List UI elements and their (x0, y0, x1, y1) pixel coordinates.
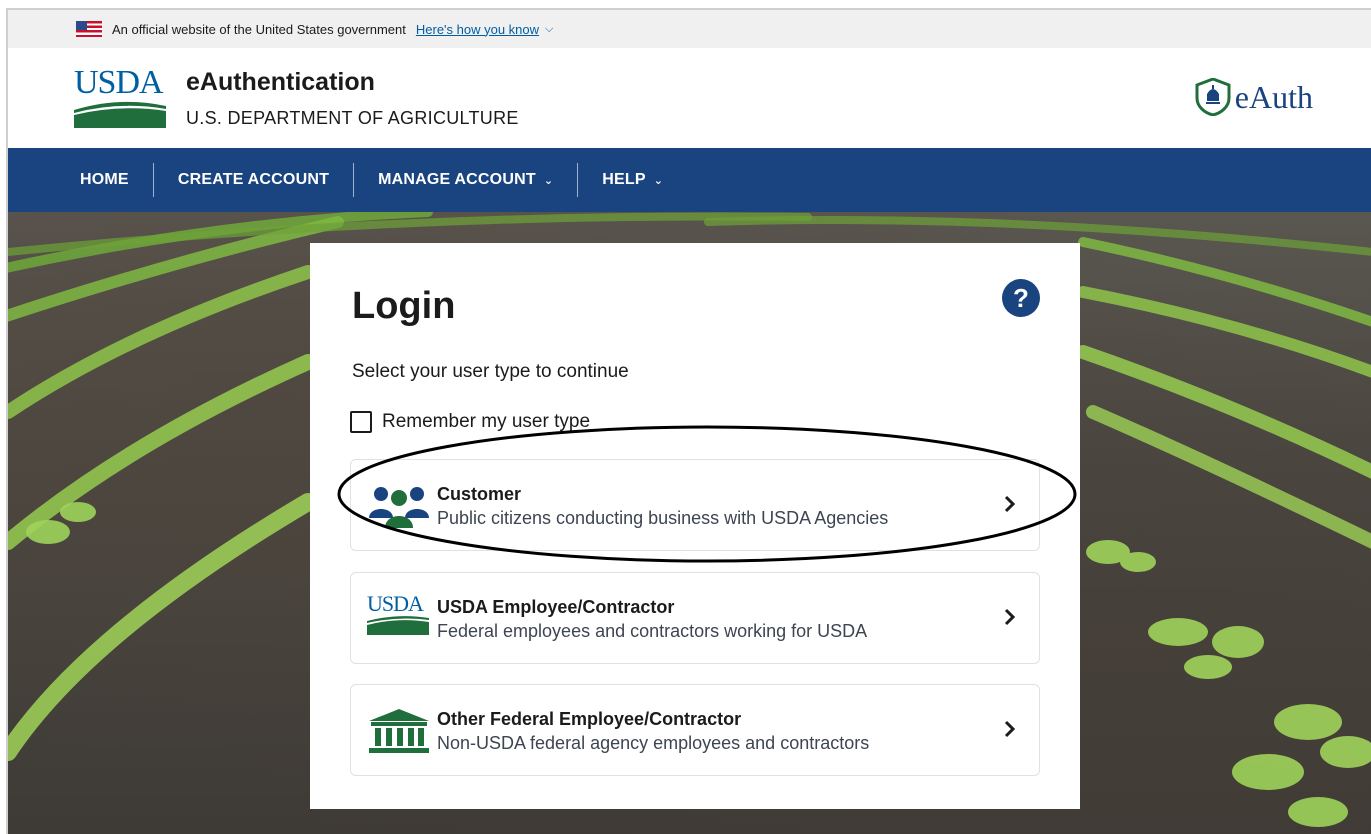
usda-logo-icon: USDA (367, 593, 429, 643)
option-description: Federal employees and contractors workin… (437, 621, 868, 641)
nav-item-label: HOME (80, 171, 129, 188)
usda-logo-text: USDA (74, 64, 164, 101)
nav-item-label: CREATE ACCOUNT (177, 171, 330, 188)
chevron-right-icon (1004, 720, 1016, 738)
government-building-icon (369, 709, 429, 753)
nav-item-help[interactable]: HELP ⌄ (586, 163, 679, 197)
user-type-customer-button[interactable]: Customer Public citizens conducting busi… (350, 459, 1040, 551)
checkbox-box[interactable] (350, 411, 372, 433)
help-icon[interactable]: ? (1002, 279, 1040, 317)
chevron-right-icon (1004, 495, 1016, 513)
gov-banner-text: An official website of the United States… (112, 21, 406, 37)
remember-user-type-label[interactable]: Remember my user type (382, 411, 590, 433)
nav-item-manage-account[interactable]: MANAGE ACCOUNT ⌄ (362, 163, 569, 197)
option-description: Public citizens conducting business with… (437, 508, 889, 528)
browser-frame: An official website of the United States… (6, 8, 1371, 834)
nav-item-create-account[interactable]: CREATE ACCOUNT (162, 163, 345, 197)
main-nav: HOME CREATE ACCOUNT MANAGE ACCOUNT ⌄ HELP… (8, 148, 1371, 212)
site-subtitle: U.S. DEPARTMENT OF AGRICULTURE (186, 108, 519, 128)
usda-hills-icon (74, 101, 166, 128)
site-title[interactable]: eAuthentication (186, 68, 375, 97)
nav-item-label: HELP (602, 171, 646, 188)
nav-divider (353, 163, 355, 197)
site-header: USDA eAuthentication U.S. DEPARTMENT OF … (8, 48, 1371, 148)
login-instructions: Select your user type to continue (352, 361, 629, 382)
gov-banner: An official website of the United States… (8, 10, 1371, 48)
login-card: Login ? Select your user type to continu… (310, 243, 1080, 809)
usda-logo[interactable]: USDA (74, 66, 166, 128)
chevron-right-icon (1004, 608, 1016, 626)
nav-divider (577, 163, 579, 197)
option-description: Non-USDA federal agency employees and co… (437, 733, 870, 753)
nav-divider (152, 163, 154, 197)
chevron-down-icon: ⌄ (653, 174, 664, 187)
usda-hills-icon (367, 616, 429, 635)
user-type-usda-employee-button[interactable]: USDA USDA Employee/Contractor Federal em… (350, 572, 1040, 664)
heres-how-you-know-link[interactable]: Here's how you know (416, 22, 539, 37)
remember-user-type-checkbox[interactable]: Remember my user type (350, 411, 590, 433)
chevron-down-icon: ⌄ (543, 174, 554, 187)
nav-item-home[interactable]: HOME (64, 163, 145, 197)
us-flag-icon (76, 21, 102, 37)
usda-mini-logo-text: USDA (367, 591, 424, 616)
eauth-logo-text: eAuth (1234, 78, 1313, 115)
option-title: Customer (437, 484, 522, 504)
option-title: Other Federal Employee/Contractor (437, 709, 742, 729)
shield-capitol-icon (1195, 78, 1231, 116)
chevron-down-icon[interactable]: ⌵ (545, 23, 553, 36)
login-title: Login (352, 285, 456, 327)
option-title: USDA Employee/Contractor (437, 597, 675, 617)
nav-item-label: MANAGE ACCOUNT (378, 171, 536, 188)
user-type-other-federal-button[interactable]: Other Federal Employee/Contractor Non-US… (350, 684, 1040, 776)
people-group-icon (369, 487, 429, 528)
eauth-logo[interactable]: eAuth (1195, 78, 1313, 116)
